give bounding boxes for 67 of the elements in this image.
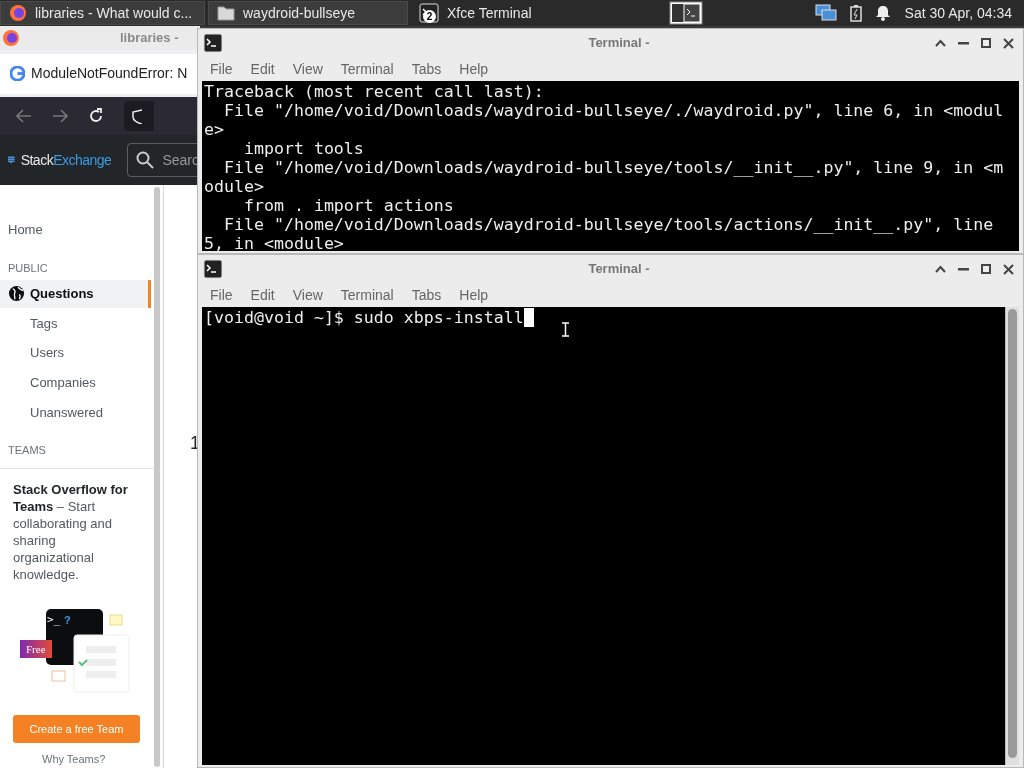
notification-bell-icon[interactable] (874, 5, 891, 21)
workspace-switcher-icon[interactable] (669, 1, 703, 25)
network-icon[interactable] (814, 3, 837, 23)
terminal-line: File "/home/void/Downloads/waydroid-bullseye/./waydroid.py", line 6, in <modul (222, 101, 1004, 120)
chevron-up-icon[interactable] (935, 265, 946, 273)
why-teams-link[interactable]: Why Teams? (42, 751, 145, 768)
back-arrow-icon[interactable] (16, 109, 32, 123)
taskbar-button[interactable]: libraries - What would c... (0, 1, 205, 25)
sidebar-item[interactable]: Users (0, 339, 151, 367)
google-icon (10, 66, 25, 81)
menu-item[interactable]: View (283, 284, 332, 306)
globe-icon (8, 285, 25, 303)
firefox-icon (2, 29, 20, 47)
menu-item[interactable]: Edit (241, 58, 284, 80)
maximize-icon[interactable] (981, 38, 991, 48)
menu-item[interactable]: Help (450, 284, 498, 306)
menu-item[interactable]: View (283, 58, 332, 80)
browser-tab[interactable]: ModuleNotFoundError: N (0, 53, 200, 94)
minimize-icon[interactable] (958, 267, 969, 271)
taskbar-button[interactable]: waydroid-bullseye (208, 1, 408, 25)
firefox-icon (9, 4, 27, 22)
terminal-line: File "/home/void/Downloads/waydroid-bullseye/tools/__init__.py", line 9, in <m (222, 158, 1004, 177)
window-terminal-icon[interactable] (203, 259, 223, 279)
terminal-line: 5, in <module> (204, 234, 344, 251)
sidebar-heading: PUBLIC (8, 260, 48, 276)
close-icon[interactable] (1003, 37, 1014, 49)
terminal-line: odule> (204, 177, 264, 196)
prompt-glyph: >_ (47, 613, 61, 628)
window-title: Terminal - (587, 34, 651, 53)
battery-icon[interactable] (848, 4, 863, 22)
window-title: libraries - (120, 29, 179, 48)
menu-item[interactable]: Terminal (331, 284, 403, 306)
terminal-line: from . import actions (242, 196, 454, 215)
window-terminal-icon[interactable] (203, 33, 223, 53)
maximize-icon[interactable] (981, 264, 991, 274)
minimize-icon[interactable] (958, 41, 969, 45)
mouse-text-cursor-icon (561, 322, 570, 337)
menu-item[interactable]: Tabs (402, 58, 451, 80)
clock[interactable]: Sat 30 Apr, 04:34 (904, 2, 1012, 24)
sidebar-item[interactable]: Home (0, 216, 151, 244)
terminal-line: e> (204, 120, 224, 139)
sidebar-heading: TEAMS (8, 443, 46, 459)
search-icon (136, 151, 155, 169)
menu-item[interactable]: Terminal (331, 58, 403, 80)
reload-icon[interactable] (88, 108, 104, 124)
question-glyph: ? (64, 613, 71, 628)
terminal-line: File "/home/void/Downloads/waydroid-bullseye/tools/actions/__init__.py", line (222, 215, 994, 234)
sidebar-item[interactable]: Tags (0, 309, 151, 338)
folder-icon (217, 5, 235, 21)
site-logo-text[interactable]: StackExchange (20, 149, 112, 171)
sidebar-item[interactable]: Companies (0, 368, 151, 397)
terminal-line: import tools (242, 139, 364, 158)
free-badge: Free (20, 640, 52, 659)
sidebar-item[interactable]: Questions (0, 279, 151, 308)
teams-promo-text: Stack Overflow for Teams – Start collaborating and sharing organizational knowledge. (13, 481, 129, 584)
terminal-line: [void@void ~]$ sudo xbps-install (204, 308, 524, 327)
menu-item[interactable]: Edit (241, 284, 284, 306)
terminal-line: Traceback (most recent call last): (204, 82, 544, 101)
window-title: Terminal - (587, 260, 651, 279)
menu-item[interactable]: File (201, 284, 242, 306)
sidebar-item[interactable]: Unanswered (0, 398, 151, 427)
forward-arrow-icon[interactable] (52, 109, 68, 123)
menu-item[interactable]: Help (450, 58, 498, 80)
menu-item[interactable]: File (201, 58, 242, 80)
menu-item[interactable]: Tabs (402, 284, 451, 306)
chevron-up-icon[interactable] (935, 39, 946, 47)
close-icon[interactable] (1003, 263, 1014, 275)
